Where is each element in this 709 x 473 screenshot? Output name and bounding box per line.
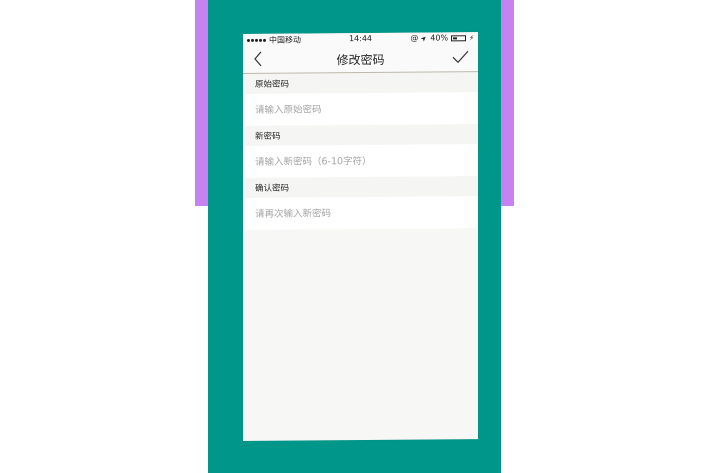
page-title: 修改密码 (336, 52, 385, 68)
battery-fill (453, 36, 458, 39)
phone-screen: 中国移动 14:44 @ ➤ 40% ⚡ 修改密码 原始密码 新密码 确认密码 (243, 32, 478, 442)
new-password-row (243, 144, 478, 178)
confirm-password-input[interactable] (255, 206, 455, 220)
original-password-input[interactable] (255, 102, 455, 116)
screenshot-stage: 中国移动 14:44 @ ➤ 40% ⚡ 修改密码 原始密码 新密码 确认密码 (0, 0, 709, 473)
alarm-icon: @ (410, 33, 419, 43)
new-password-label: 新密码 (243, 124, 478, 146)
navigation-bar: 修改密码 (243, 44, 478, 74)
battery-icon (451, 34, 467, 41)
charging-icon: ⚡ (469, 33, 474, 42)
new-password-input[interactable] (255, 154, 455, 168)
confirm-password-row (243, 196, 478, 230)
location-arrow-icon: ➤ (419, 33, 430, 43)
checkmark-icon (452, 50, 469, 64)
original-password-label: 原始密码 (243, 72, 478, 94)
status-indicators: @ ➤ 40% ⚡ (410, 33, 474, 43)
battery-percent: 40% (430, 33, 449, 43)
original-password-row (243, 92, 478, 126)
confirm-password-label: 确认密码 (243, 176, 478, 198)
confirm-button[interactable] (452, 49, 470, 65)
